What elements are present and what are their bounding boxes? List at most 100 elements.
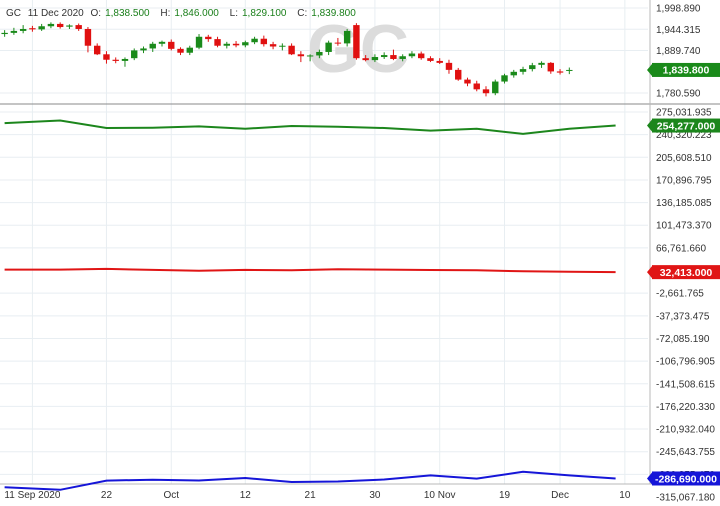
lower-tick-label: 101,473.370 [656, 221, 712, 232]
candle [112, 59, 119, 61]
x-tick-label: 12 [240, 490, 252, 501]
lower-tick-label: -37,373.475 [656, 311, 710, 322]
x-tick-label: 30 [369, 490, 381, 501]
candle [205, 36, 212, 40]
candle [47, 23, 55, 27]
candle [279, 45, 286, 47]
candle [306, 55, 314, 57]
price-tick-label: 1,780.590 [656, 89, 701, 100]
low-value: 1,829.100 [242, 8, 287, 19]
x-tick-label: 10 [619, 490, 631, 501]
candle [501, 75, 508, 82]
lower-tick-label: -176,220.330 [656, 402, 715, 413]
lower-tick-label: -141,508.615 [656, 379, 715, 390]
candle [455, 69, 462, 80]
candle [214, 39, 221, 46]
lower-tick-label: -210,932.040 [656, 425, 715, 436]
candle [177, 48, 184, 53]
lower-tick-label: 205,608.510 [656, 153, 712, 164]
candle [75, 25, 82, 29]
x-tick-label: Dec [551, 490, 569, 501]
candle [362, 58, 369, 61]
candle [10, 30, 18, 33]
candle [288, 45, 295, 55]
candle [149, 43, 156, 49]
candle [242, 42, 249, 46]
high-value: 1,846.000 [174, 8, 219, 19]
candle [297, 54, 305, 57]
x-tick-label: 10 Nov [424, 490, 456, 501]
candle [566, 69, 573, 71]
candle [186, 47, 193, 53]
price-tick-label: 1,944.315 [656, 25, 701, 36]
price-tick-label: 1,998.890 [656, 4, 701, 15]
candle [510, 71, 517, 76]
price-tick-label: 1,889.740 [656, 46, 701, 57]
candle [353, 25, 360, 59]
lower-tick-label: 66,761.660 [656, 243, 706, 254]
candle [408, 53, 416, 57]
candle [325, 42, 332, 52]
lower-tick-label: -315,067.180 [656, 493, 715, 504]
candle [1, 32, 8, 35]
candle [223, 43, 230, 46]
x-tick-label: 22 [101, 490, 113, 501]
candle [371, 57, 379, 61]
candle [492, 81, 499, 94]
x-tick-label: 21 [305, 490, 317, 501]
candle [140, 48, 147, 51]
candle [547, 62, 554, 72]
lower-tick-label: -245,643.755 [656, 447, 715, 458]
symbol-ticker: GC [6, 8, 21, 19]
candle [445, 62, 453, 70]
candle [269, 44, 277, 47]
series-last-value-badge-blue_line-text: -286,690.000 [655, 473, 717, 485]
candle [38, 26, 45, 30]
candle [131, 50, 138, 59]
candle [390, 55, 397, 59]
x-tick-label: 19 [499, 490, 511, 501]
candle [19, 28, 27, 31]
lower-tick-label: 136,185.085 [656, 198, 712, 209]
candle [519, 69, 527, 72]
candle [168, 41, 175, 49]
candle [260, 38, 268, 45]
open-value: 1,838.500 [105, 8, 150, 19]
candle [158, 41, 166, 44]
series-last-value-badge-green_line-text: 254,277.000 [657, 120, 716, 132]
low-label: L: [229, 8, 238, 19]
open-label: O: [90, 8, 102, 19]
chart-window[interactable]: GC 1,998.890 1,944.315 1,889.740 1,780.590 27… [0, 0, 720, 506]
candle [427, 58, 434, 61]
candle [464, 79, 471, 84]
candle [195, 36, 203, 48]
chart-canvas[interactable]: GC 1,998.890 1,944.315 1,889.740 1,780.590 27… [0, 0, 720, 506]
high-label: H: [160, 8, 171, 19]
close-value: 1,839.800 [311, 8, 356, 19]
candle [232, 43, 240, 46]
candle [482, 89, 490, 94]
x-tick-label: Oct [163, 490, 179, 501]
lower-tick-label: 275,031.935 [656, 108, 712, 119]
symbol-date: 11 Dec 2020 [27, 8, 84, 19]
series-last-value-badge-red_line-text: 32,413.000 [660, 267, 713, 279]
candle [66, 25, 73, 27]
candle [251, 38, 258, 43]
candle [538, 62, 545, 65]
candle [436, 60, 443, 63]
candle [334, 42, 342, 44]
candle [529, 65, 536, 70]
candle [29, 28, 36, 30]
candle [121, 58, 129, 61]
lower-tick-label: -2,661.765 [656, 289, 704, 300]
candle [380, 55, 388, 58]
close-label: C: [297, 8, 308, 19]
candle [418, 53, 425, 59]
price-last-value-badge-text: 1,839.800 [663, 65, 710, 77]
candle [84, 28, 92, 46]
x-tick-label: 11 Sep 2020 [4, 490, 60, 501]
lower-tick-label: 170,896.795 [656, 175, 712, 186]
candle [103, 54, 110, 60]
candle [343, 30, 351, 44]
lower-tick-label: -106,796.905 [656, 357, 715, 368]
